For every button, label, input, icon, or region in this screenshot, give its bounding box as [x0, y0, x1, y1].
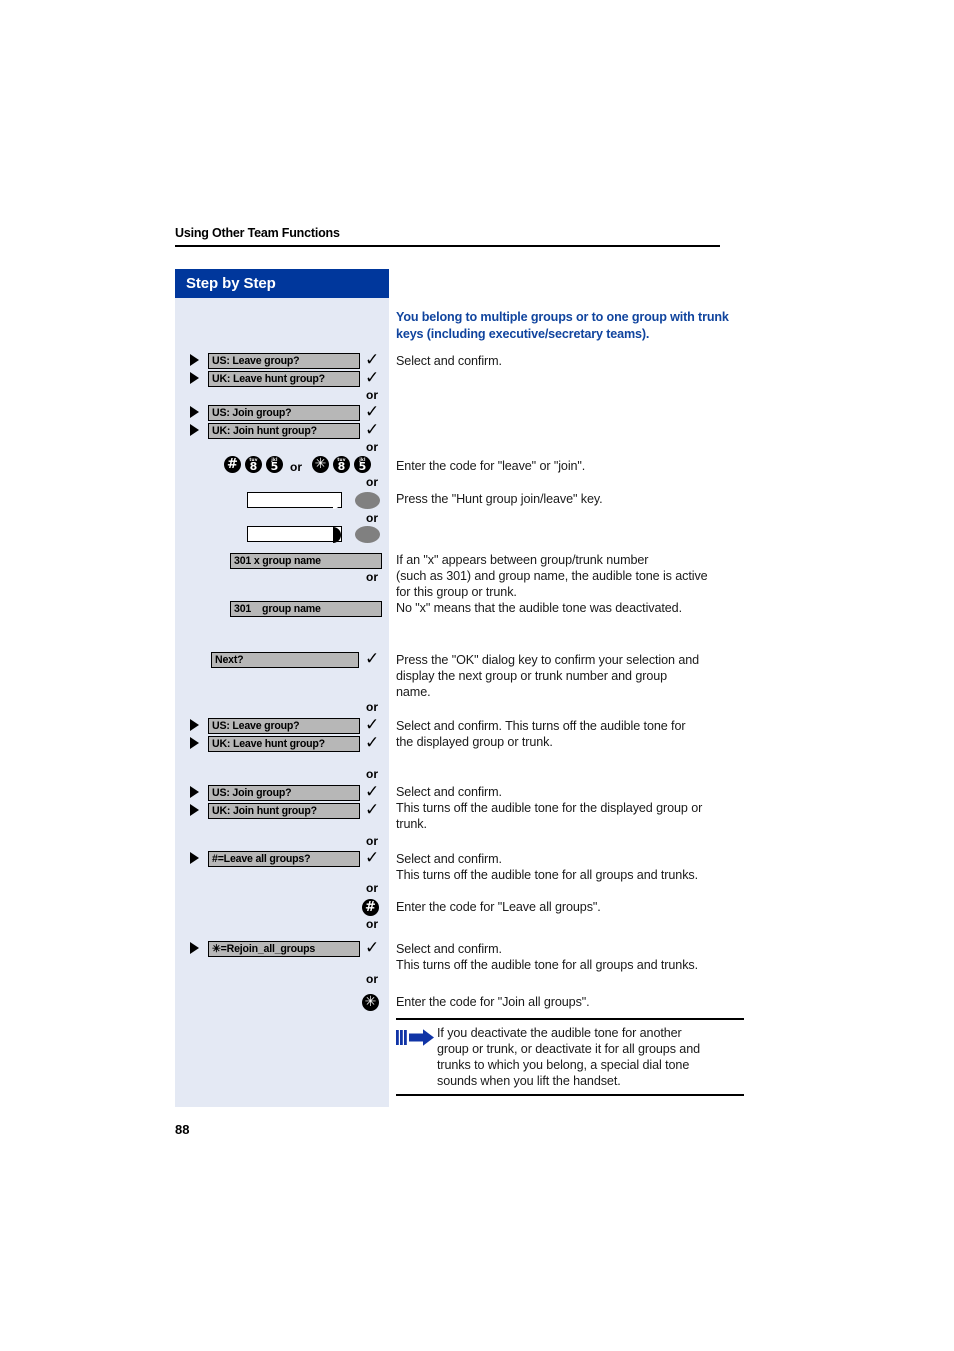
keypad-key-8-icon[interactable]: tuv 8 — [245, 456, 262, 473]
confirm-check-icon[interactable]: ✓ — [365, 352, 379, 369]
select-triangle-icon — [190, 372, 199, 384]
or-label: or — [366, 570, 378, 584]
display-us-join-group[interactable]: US: Join group? — [208, 785, 360, 801]
or-label: or — [366, 388, 378, 402]
keypad-key-5-icon[interactable]: jkl 5 — [354, 456, 371, 473]
instruction-leave-all-line1: Select and confirm. — [396, 852, 502, 866]
instruction-leave-all-line2: This turns off the audible tone for all … — [396, 868, 698, 882]
or-label: or — [366, 972, 378, 986]
keypad-key-star-icon[interactable]: ✳ — [312, 456, 329, 473]
confirm-check-icon[interactable]: ✓ — [365, 651, 379, 668]
step-by-step-sidebar: Step by Step — [175, 269, 389, 1107]
or-label: or — [366, 767, 378, 781]
instruction-turnsoff-line1: Select and confirm. This turns off the a… — [396, 719, 686, 733]
or-label: or — [366, 475, 378, 489]
running-head: Using Other Team Functions — [175, 226, 340, 240]
select-triangle-icon — [190, 354, 199, 366]
confirm-check-icon[interactable]: ✓ — [365, 940, 379, 957]
note-bottom-rule — [396, 1094, 744, 1096]
function-key-button-icon[interactable] — [355, 526, 380, 543]
display-us-leave-group[interactable]: US: Leave group? — [208, 353, 360, 369]
instruction-enter-code-join-all: Enter the code for "Join all groups". — [396, 995, 590, 1009]
note-line-3: trunks to which you belong, a special di… — [437, 1058, 690, 1072]
or-label: or — [366, 834, 378, 848]
note-line-2: group or trunk, or deactivate it for all… — [437, 1042, 701, 1056]
confirm-check-icon[interactable]: ✓ — [365, 370, 379, 387]
function-key-led-on-icon — [333, 527, 341, 543]
instruction-select-confirm: Select and confirm. — [396, 354, 502, 368]
function-key-bar-on[interactable] — [247, 526, 342, 543]
keypad-key-8-icon[interactable]: tuv 8 — [333, 456, 350, 473]
section-heading: You belong to multiple groups or to one … — [396, 310, 729, 341]
display-us-join-group[interactable]: US: Join group? — [208, 405, 360, 421]
instruction-x-explain-line2: (such as 301) and group name, the audibl… — [396, 569, 708, 583]
confirm-check-icon[interactable]: ✓ — [365, 802, 379, 819]
instruction-join-confirm-line3: trunk. — [396, 817, 427, 831]
keypad-key-5-icon[interactable]: jkl 5 — [266, 456, 283, 473]
display-uk-join-hunt-group[interactable]: UK: Join hunt group? — [208, 803, 360, 819]
confirm-check-icon[interactable]: ✓ — [365, 784, 379, 801]
instruction-join-confirm-line2: This turns off the audible tone for the … — [396, 801, 703, 815]
confirm-check-icon[interactable]: ✓ — [365, 717, 379, 734]
or-label: or — [366, 511, 378, 525]
select-triangle-icon — [190, 852, 199, 864]
confirm-check-icon[interactable]: ✓ — [365, 735, 379, 752]
select-triangle-icon — [190, 737, 199, 749]
note-top-rule — [396, 1018, 744, 1020]
instruction-x-explain-line4: No "x" means that the audible tone was d… — [396, 601, 682, 615]
instruction-turnsoff-line2: the displayed group or trunk. — [396, 735, 553, 749]
instruction-rejoin-all-line2: This turns off the audible tone for all … — [396, 958, 698, 972]
keypad-key-hash-icon[interactable]: # — [362, 899, 379, 916]
display-301-group-name[interactable]: 301 group name — [230, 601, 382, 617]
instruction-press-ok-line2: display the next group or trunk number a… — [396, 669, 668, 683]
instruction-x-explain-line1: If an "x" appears between group/trunk nu… — [396, 553, 649, 567]
confirm-check-icon[interactable]: ✓ — [365, 850, 379, 867]
page-number: 88 — [175, 1122, 190, 1137]
instruction-press-hunt-key: Press the "Hunt group join/leave" key. — [396, 492, 603, 506]
keypad-or-label: or — [290, 460, 302, 474]
display-us-leave-group[interactable]: US: Leave group? — [208, 718, 360, 734]
note-line-4: sounds when you lift the handset. — [437, 1074, 621, 1088]
function-key-bar-off[interactable] — [247, 492, 342, 509]
instruction-press-ok-line3: name. — [396, 685, 431, 699]
note-arrow-icon — [396, 1028, 436, 1047]
select-triangle-icon — [190, 406, 199, 418]
instruction-enter-code-leave-join: Enter the code for "leave" or "join". — [396, 459, 586, 473]
note-line-1: If you deactivate the audible tone for a… — [437, 1026, 682, 1040]
confirm-check-icon[interactable]: ✓ — [365, 422, 379, 439]
instruction-press-ok-line1: Press the "OK" dialog key to confirm you… — [396, 653, 700, 667]
select-triangle-icon — [190, 942, 199, 954]
function-key-button-icon[interactable] — [355, 492, 380, 509]
confirm-check-icon[interactable]: ✓ — [365, 404, 379, 421]
instruction-rejoin-all-line1: Select and confirm. — [396, 942, 502, 956]
instruction-x-explain-line3: for this group or trunk. — [396, 585, 517, 599]
instruction-enter-code-leave-all: Enter the code for "Leave all groups". — [396, 900, 601, 914]
display-leave-all-groups[interactable]: #=Leave all groups? — [208, 851, 360, 867]
display-rejoin-all-groups[interactable]: ✳=Rejoin_all_groups — [208, 941, 360, 957]
display-next[interactable]: Next? — [211, 652, 359, 668]
running-head-rule — [175, 245, 720, 247]
select-triangle-icon — [190, 786, 199, 798]
sidebar-title: Step by Step — [175, 269, 389, 298]
select-triangle-icon — [190, 424, 199, 436]
or-label: or — [366, 440, 378, 454]
or-label: or — [366, 881, 378, 895]
keypad-key-star-icon[interactable]: ✳ — [362, 994, 379, 1011]
display-301-x-group-name[interactable]: 301 x group name — [230, 553, 382, 569]
display-uk-leave-hunt-group[interactable]: UK: Leave hunt group? — [208, 736, 360, 752]
or-label: or — [366, 917, 378, 931]
function-key-led-off-icon — [333, 493, 341, 509]
display-uk-join-hunt-group[interactable]: UK: Join hunt group? — [208, 423, 360, 439]
keypad-key-hash-icon[interactable]: # — [224, 456, 241, 473]
select-triangle-icon — [190, 719, 199, 731]
or-label: or — [366, 700, 378, 714]
instruction-join-confirm-line1: Select and confirm. — [396, 785, 502, 799]
select-triangle-icon — [190, 804, 199, 816]
manual-page: Using Other Team Functions Step by Step … — [0, 0, 954, 1351]
display-uk-leave-hunt-group[interactable]: UK: Leave hunt group? — [208, 371, 360, 387]
